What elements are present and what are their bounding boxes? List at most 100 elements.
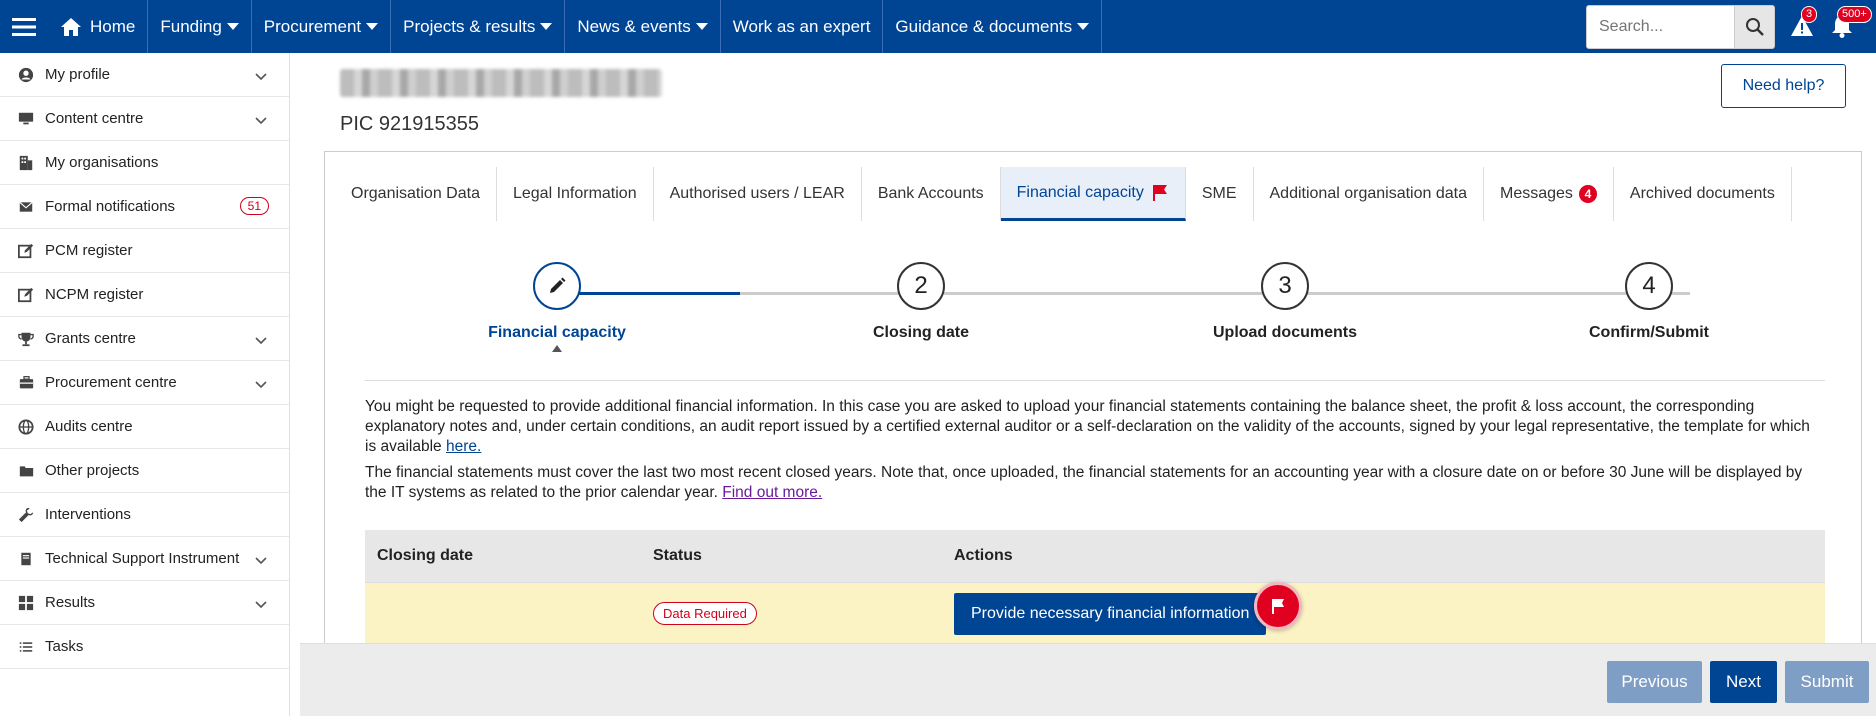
wizard-footer: Previous Next Submit [300,643,1876,716]
tab-label: Additional organisation data [1269,185,1467,202]
tab-label: Messages [1499,185,1573,202]
grid-icon [17,594,35,612]
tab-label: Bank Accounts [877,185,984,202]
sidebar-item-technical-support-instrument[interactable]: Technical Support Instrument [0,537,289,581]
flag-indicator [1254,581,1302,630]
flag-icon [1151,184,1169,202]
tab-label: Financial capacity [1016,183,1144,201]
sidebar-item-label: My profile [45,66,111,83]
step-label: Upload documents [1212,324,1357,341]
template-link[interactable]: here. [446,438,481,455]
tab-sme[interactable]: SME [1186,167,1254,221]
sidebar-item-audits-centre[interactable]: Audits centre [0,405,289,449]
search-button[interactable] [1735,5,1775,49]
nav-news-label: News & events [577,16,691,36]
tab-archived-documents[interactable]: Archived documents [1614,167,1792,221]
sidebar-item-other-projects[interactable]: Other projects [0,449,289,493]
edit-square-icon [17,286,35,304]
submit-button[interactable]: Submit [1785,661,1869,703]
tab-organisation-data[interactable]: Organisation Data [335,167,497,221]
sidebar-item-interventions[interactable]: Interventions [0,493,289,537]
sidebar-item-label: Tasks [45,638,84,655]
flag-icon [1272,598,1284,614]
notifications-count-badge: 500+ [1837,6,1872,23]
tab-financial-capacity[interactable]: Financial capacity [1000,167,1186,221]
globe-icon [17,418,35,436]
provide-financial-information-button[interactable]: Provide necessary financial information [954,592,1267,635]
sidebar-item-label: Formal notifications [45,198,176,215]
tab-additional-organisation-data[interactable]: Additional organisation data [1254,167,1484,221]
chevron-down-icon[interactable] [255,377,267,389]
step-confirm-submit[interactable]: 4 Confirm/Submit [1549,262,1749,342]
sidebar-item-label: Content centre [45,110,144,127]
folder-icon [17,462,35,480]
notification-count-badge: 51 [239,197,269,215]
stepper: Financial capacity 2 Closing date 3 Uplo… [365,262,1825,372]
step-label: Confirm/Submit [1589,324,1709,341]
info-paragraph-1: You might be requested to provide additi… [365,397,1825,457]
sidebar-item-label: Other projects [45,462,140,479]
tab-legal-information[interactable]: Legal Information [497,167,654,221]
step-closing-date[interactable]: 2 Closing date [821,262,1021,342]
step-label: Closing date [872,324,969,341]
organisation-panel: Organisation Data Legal Information Author… [324,151,1862,671]
sidebar-item-label: Grants centre [45,330,136,347]
info-paragraph-2-text: The financial statements must cover the … [365,464,1803,501]
sidebar-item-content-centre[interactable]: Content centre [0,97,289,141]
nav-procurement-label: Procurement [263,16,362,36]
nav-news-events[interactable]: News & events [565,0,721,53]
previous-button[interactable]: Previous [1607,661,1702,703]
alerts-button[interactable]: 3 [1789,6,1818,39]
top-navigation-bar: Home Funding Procurement Projects & resu… [0,0,1876,53]
nav-procurement[interactable]: Procurement [252,0,392,53]
step-circle [533,262,581,310]
tab-messages[interactable]: Messages 4 [1484,167,1614,221]
chevron-down-icon[interactable] [255,333,267,345]
sidebar-item-ncpm-register[interactable]: NCPM register [0,273,289,317]
nav-home[interactable]: Home [48,0,149,53]
next-button[interactable]: Next [1710,661,1777,703]
need-help-button[interactable]: Need help? [1721,64,1846,108]
organisation-name-redacted [340,69,662,97]
nav-work-as-expert[interactable]: Work as an expert [721,0,884,53]
find-out-more-link[interactable]: Find out more. [722,484,822,501]
tab-bank-accounts[interactable]: Bank Accounts [862,167,1001,221]
sidebar-item-grants-centre[interactable]: Grants centre [0,317,289,361]
messages-count-badge: 4 [1578,185,1597,203]
status-badge: Data Required [653,602,757,625]
caret-down-icon [226,23,239,30]
sidebar-item-my-organisations[interactable]: My organisations [0,141,289,185]
building-icon [17,154,35,172]
sidebar-item-tasks[interactable]: Tasks [0,625,289,669]
step-financial-capacity[interactable]: Financial capacity [457,262,657,352]
home-icon [61,17,81,36]
chevron-down-icon[interactable] [255,113,267,125]
sidebar-item-formal-notifications[interactable]: Formal notifications 51 [0,185,289,229]
sidebar-item-pcm-register[interactable]: PCM register [0,229,289,273]
sidebar-item-label: NCPM register [45,286,144,303]
nav-projects-results[interactable]: Projects & results [391,0,566,53]
menu-icon[interactable] [0,0,48,53]
sidebar-item-my-profile[interactable]: My profile [0,53,289,97]
user-circle-icon [17,66,35,84]
step-number: 2 [897,262,945,310]
sidebar-item-results[interactable]: Results [0,581,289,625]
sidebar: My profile Content centre My organisations… [0,53,290,716]
search-box [1586,5,1775,49]
trophy-icon [17,330,35,348]
nav-guidance-documents[interactable]: Guidance & documents [883,0,1103,53]
chevron-down-icon[interactable] [255,553,267,565]
notifications-button[interactable]: 500+ [1829,6,1872,39]
sidebar-item-procurement-centre[interactable]: Procurement centre [0,361,289,405]
step-upload-documents[interactable]: 3 Upload documents [1185,262,1385,342]
nav-home-label: Home [90,16,136,36]
sidebar-item-label: PCM register [45,242,133,259]
chevron-down-icon[interactable] [255,597,267,609]
divider [365,380,1825,381]
tab-label: SME [1201,185,1237,202]
chevron-down-icon[interactable] [255,69,267,81]
tab-authorised-users-lear[interactable]: Authorised users / LEAR [654,167,862,221]
search-input[interactable] [1586,5,1735,49]
nav-funding[interactable]: Funding [148,0,252,53]
tab-label: Authorised users / LEAR [669,185,845,202]
